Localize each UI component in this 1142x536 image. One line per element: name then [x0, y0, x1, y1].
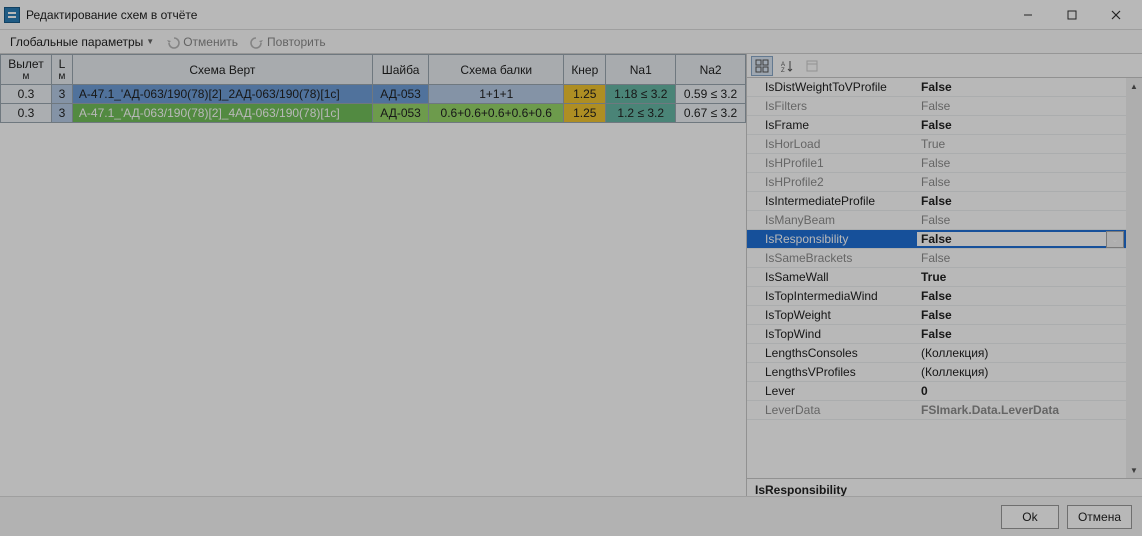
col-shaiba[interactable]: Шайба: [372, 55, 428, 85]
property-pane: AZ IsDistWeightToVProfileFalseIsFiltersF…: [747, 54, 1142, 536]
scroll-down-button[interactable]: ▼: [1126, 462, 1142, 478]
prop-row-lengthsconsoles[interactable]: LengthsConsoles(Коллекция): [747, 344, 1126, 363]
prop-name: Lever: [747, 384, 917, 398]
v-scrollbar[interactable]: ▲ ▼: [1126, 78, 1142, 478]
prop-row-istopintermediawind[interactable]: IsTopIntermediaWindFalse: [747, 287, 1126, 306]
desc-title: IsResponsibility: [755, 483, 847, 497]
prop-value: False: [917, 213, 1126, 227]
undo-button[interactable]: Отменить: [162, 33, 242, 51]
prop-row-isintermediateprofile[interactable]: IsIntermediateProfileFalse: [747, 192, 1126, 211]
table-row[interactable]: 0.3 3 А-47.1_'АД-063/190(78)[2]_2АД-063/…: [1, 85, 746, 104]
grid-pane: Вылетм Lм Схема Верт Шайба Схема балки К…: [0, 54, 747, 536]
prop-value: False: [917, 156, 1126, 170]
svg-text:Z: Z: [781, 68, 785, 73]
prop-value: False: [917, 80, 1126, 94]
col-vylet[interactable]: Вылетм: [1, 55, 52, 85]
prop-name: LeverData: [747, 403, 917, 417]
app-icon: [4, 7, 20, 23]
prop-name: IsHProfile1: [747, 156, 917, 170]
dialog-footer: Ok Отмена: [0, 496, 1142, 536]
alphabetical-button[interactable]: AZ: [776, 56, 798, 76]
prop-row-isresponsibility[interactable]: IsResponsibilityFalse⌄: [747, 230, 1126, 249]
prop-value: False: [917, 194, 1126, 208]
schema-table[interactable]: Вылетм Lм Схема Верт Шайба Схема балки К…: [0, 54, 746, 123]
prop-value[interactable]: False: [917, 232, 1106, 246]
prop-name: IsTopIntermediaWind: [747, 289, 917, 303]
prop-name: IsHorLoad: [747, 137, 917, 151]
undo-icon: [166, 35, 180, 49]
minimize-button[interactable]: [1006, 1, 1050, 29]
prop-name: LengthsVProfiles: [747, 365, 917, 379]
prop-value: False: [917, 118, 1126, 132]
maximize-button[interactable]: [1050, 1, 1094, 29]
redo-button[interactable]: Повторить: [246, 33, 330, 51]
prop-value: False: [917, 99, 1126, 113]
propgrid-toolbar: AZ: [747, 54, 1142, 78]
table-row[interactable]: 0.3 3 А-47.1_'АД-063/190(78)[2]_4АД-063/…: [1, 104, 746, 123]
prop-value: True: [917, 137, 1126, 151]
prop-row-lengthsvprofiles[interactable]: LengthsVProfiles(Коллекция): [747, 363, 1126, 382]
prop-row-ismanybeam[interactable]: IsManyBeamFalse: [747, 211, 1126, 230]
prop-row-isdistweighttovprofile[interactable]: IsDistWeightToVProfileFalse: [747, 78, 1126, 97]
prop-row-ishorload[interactable]: IsHorLoadTrue: [747, 135, 1126, 154]
toolbar: Глобальные параметры ▼ Отменить Повторит…: [0, 30, 1142, 54]
prop-value: False: [917, 251, 1126, 265]
prop-name: IsFilters: [747, 99, 917, 113]
undo-label: Отменить: [183, 35, 238, 49]
prop-value: 0: [917, 384, 1126, 398]
dropdown-button[interactable]: ⌄: [1106, 231, 1124, 248]
prop-value: (Коллекция): [917, 365, 1126, 379]
col-shema-balki[interactable]: Схема балки: [429, 55, 564, 85]
prop-name: LengthsConsoles: [747, 346, 917, 360]
prop-row-istopwind[interactable]: IsTopWindFalse: [747, 325, 1126, 344]
prop-name: IsManyBeam: [747, 213, 917, 227]
col-na2[interactable]: Na2: [676, 55, 746, 85]
categorized-button[interactable]: [751, 56, 773, 76]
prop-name: IsDistWeightToVProfile: [747, 80, 917, 94]
prop-row-issamebrackets[interactable]: IsSameBracketsFalse: [747, 249, 1126, 268]
prop-value: False: [917, 327, 1126, 341]
prop-value: False: [917, 289, 1126, 303]
prop-name: IsHProfile2: [747, 175, 917, 189]
global-params-dropdown[interactable]: Глобальные параметры ▼: [6, 33, 158, 51]
global-params-label: Глобальные параметры: [10, 35, 143, 49]
prop-row-isframe[interactable]: IsFrameFalse: [747, 116, 1126, 135]
prop-row-isfilters[interactable]: IsFiltersFalse: [747, 97, 1126, 116]
ok-button[interactable]: Ok: [1001, 505, 1059, 529]
prop-row-ishprofile1[interactable]: IsHProfile1False: [747, 154, 1126, 173]
close-button[interactable]: [1094, 1, 1138, 29]
prop-row-issamewall[interactable]: IsSameWallTrue: [747, 268, 1126, 287]
scroll-up-button[interactable]: ▲: [1126, 78, 1142, 94]
prop-name: IsResponsibility: [747, 232, 917, 246]
prop-name: IsFrame: [747, 118, 917, 132]
col-shema-vert[interactable]: Схема Верт: [72, 55, 372, 85]
prop-name: IsIntermediateProfile: [747, 194, 917, 208]
prop-value: (Коллекция): [917, 346, 1126, 360]
redo-label: Повторить: [267, 35, 326, 49]
prop-value: False: [917, 308, 1126, 322]
prop-row-istopweight[interactable]: IsTopWeightFalse: [747, 306, 1126, 325]
prop-name: IsTopWeight: [747, 308, 917, 322]
prop-name: IsSameBrackets: [747, 251, 917, 265]
prop-value: False: [917, 175, 1126, 189]
cancel-button[interactable]: Отмена: [1067, 505, 1132, 529]
window-title: Редактирование схем в отчёте: [26, 8, 1006, 22]
prop-value: True: [917, 270, 1126, 284]
titlebar: Редактирование схем в отчёте: [0, 0, 1142, 30]
prop-name: IsTopWind: [747, 327, 917, 341]
prop-row-lever[interactable]: Lever0: [747, 382, 1126, 401]
col-na1[interactable]: Na1: [606, 55, 676, 85]
col-kner[interactable]: Кнер: [564, 55, 606, 85]
prop-value: FSImark.Data.LeverData: [917, 403, 1126, 417]
property-list[interactable]: IsDistWeightToVProfileFalseIsFiltersFals…: [747, 78, 1126, 478]
prop-row-leverdata[interactable]: LeverDataFSImark.Data.LeverData: [747, 401, 1126, 420]
prop-name: IsSameWall: [747, 270, 917, 284]
prop-row-ishprofile2[interactable]: IsHProfile2False: [747, 173, 1126, 192]
property-pages-button[interactable]: [801, 56, 823, 76]
redo-icon: [250, 35, 264, 49]
col-l[interactable]: Lм: [51, 55, 72, 85]
chevron-down-icon: ▼: [146, 37, 154, 46]
